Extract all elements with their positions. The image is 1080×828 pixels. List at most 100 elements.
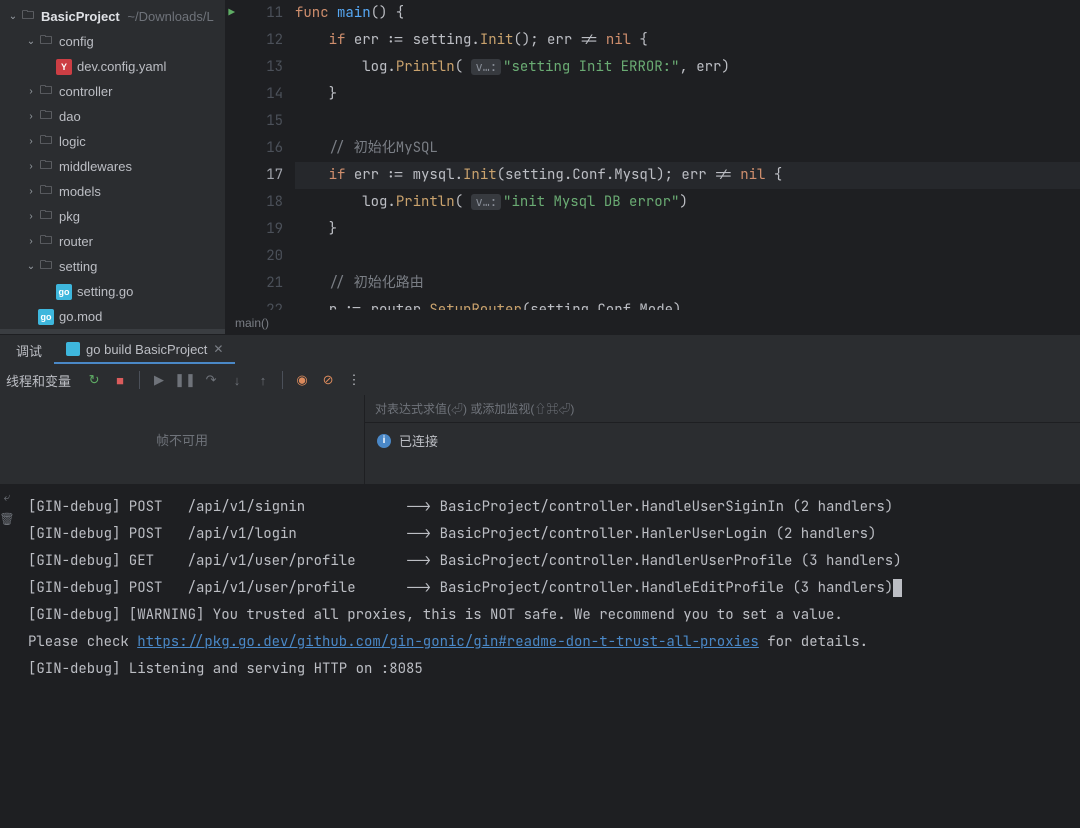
step-into-button[interactable]: ↓: [224, 367, 250, 393]
go-build-icon: [66, 342, 80, 356]
tab-debug[interactable]: 调试: [4, 336, 54, 365]
run-gutter-icon[interactable]: ▶: [228, 0, 235, 27]
code-line[interactable]: }: [295, 216, 1080, 243]
tree-item-logic[interactable]: ›🗀 logic: [0, 129, 225, 154]
code-line[interactable]: }: [295, 81, 1080, 108]
code-line[interactable]: func main() {: [295, 0, 1080, 27]
debug-panel: 调试 go build BasicProject ✕ 线程和变量 ↻ ■ ▶ ❚…: [0, 334, 1080, 484]
gutter-line[interactable]: 16: [225, 135, 283, 162]
gutter-line[interactable]: 18: [225, 189, 283, 216]
gutter-line[interactable]: 11▶: [225, 0, 283, 27]
tree-item-label: pkg: [59, 209, 80, 224]
folder-icon: 🗀: [38, 109, 54, 125]
chevron-down-icon[interactable]: ⌄: [24, 261, 38, 272]
tree-item-label: middlewares: [59, 159, 132, 174]
chevron-right-icon[interactable]: ›: [24, 86, 38, 97]
tree-item-setting[interactable]: ⌄🗀 setting: [0, 254, 225, 279]
gutter-line[interactable]: 12: [225, 27, 283, 54]
variables-panel: 对表达式求值(⏎) 或添加监视(⇧⌘⏎) i 已连接: [365, 395, 1080, 484]
tree-item-label: router: [59, 234, 93, 249]
console-line: [GIN-debug] POST /api/v1/login --> Basic…: [28, 521, 1080, 548]
tree-item-dev-config-yaml[interactable]: Ydev.config.yaml: [0, 54, 225, 79]
code-line[interactable]: // 初始化MySQL: [295, 135, 1080, 162]
tab-go-build-label: go build BasicProject: [86, 342, 207, 357]
tree-item-controller[interactable]: ›🗀controller: [0, 79, 225, 104]
chevron-right-icon[interactable]: ›: [24, 236, 38, 247]
folder-icon: 🗀: [38, 34, 54, 50]
chevron-right-icon[interactable]: ›: [24, 136, 38, 147]
stop-button[interactable]: ■: [107, 367, 133, 393]
gutter-line[interactable]: 20: [225, 243, 283, 270]
console-line: [GIN-debug] GET /api/v1/user/profile -->…: [28, 548, 1080, 575]
gutter-line[interactable]: 13: [225, 54, 283, 81]
code-editor[interactable]: 11▶121314151617181920212223242526 func m…: [225, 0, 1080, 334]
folder-icon: 🗀: [38, 209, 54, 225]
soft-wrap-button[interactable]: ⤶: [0, 488, 16, 506]
breadcrumb[interactable]: main(): [225, 310, 1080, 334]
gutter-line[interactable]: 21: [225, 270, 283, 297]
gutter-line[interactable]: 15: [225, 108, 283, 135]
go-icon: go: [56, 284, 72, 300]
pause-button[interactable]: ❚❚: [172, 367, 198, 393]
tree-item-label: models: [59, 184, 101, 199]
console-content: [GIN-debug] POST /api/v1/signin --> Basi…: [10, 494, 1080, 683]
clear-console-button[interactable]: 🗑: [0, 510, 16, 528]
code-line[interactable]: [295, 243, 1080, 270]
gutter-line[interactable]: 19: [225, 216, 283, 243]
step-over-button[interactable]: ↷: [198, 367, 224, 393]
code-line[interactable]: log.Println( v…:"init Mysql DB error"): [295, 189, 1080, 216]
tree-item-go-mod[interactable]: gogo.mod: [0, 304, 225, 329]
tree-item-pkg[interactable]: ›🗀 pkg: [0, 204, 225, 229]
tree-item-label: setting: [59, 259, 97, 274]
chevron-right-icon[interactable]: ›: [24, 186, 38, 197]
code-line[interactable]: if err := setting.Init(); err != nil {: [295, 27, 1080, 54]
gutter-line[interactable]: 14: [225, 81, 283, 108]
folder-icon: 🗀: [38, 84, 54, 100]
chevron-right-icon[interactable]: ›: [24, 161, 38, 172]
code-line[interactable]: log.Println( v…:"setting Init ERROR:", e…: [295, 54, 1080, 81]
code-line[interactable]: // 初始化路由: [295, 270, 1080, 297]
tab-go-build[interactable]: go build BasicProject ✕: [54, 337, 235, 364]
tree-item-middlewares[interactable]: ›🗀middlewares: [0, 154, 225, 179]
go-icon: go: [38, 309, 54, 325]
code-line[interactable]: [295, 108, 1080, 135]
debug-toolbar: 线程和变量 ↻ ■ ▶ ❚❚ ↷ ↓ ↑ ◉ ⊘ ⋮: [0, 365, 1080, 395]
tree-item-setting-go[interactable]: go setting.go: [0, 279, 225, 304]
tree-item-dao[interactable]: ›🗀dao: [0, 104, 225, 129]
folder-icon: 🗀: [38, 184, 54, 200]
chevron-down-icon[interactable]: ⌄: [6, 11, 20, 22]
tree-item-label: setting.go: [77, 284, 133, 299]
console-line: [GIN-debug] POST /api/v1/signin --> Basi…: [28, 494, 1080, 521]
tree-item-router[interactable]: ›🗀router: [0, 229, 225, 254]
tree-item-basicproject[interactable]: ⌄🗀BasicProject ~/Downloads/L: [0, 4, 225, 29]
chevron-right-icon[interactable]: ›: [24, 111, 38, 122]
view-breakpoints-button[interactable]: ◉: [289, 367, 315, 393]
tree-item-config[interactable]: ⌄🗀 config: [0, 29, 225, 54]
gutter-line[interactable]: 17: [225, 162, 283, 189]
close-icon[interactable]: ✕: [213, 342, 223, 356]
line-gutter: 11▶121314151617181920212223242526: [225, 0, 295, 310]
eval-expression-hint[interactable]: 对表达式求值(⏎) 或添加监视(⇧⌘⏎): [365, 395, 1080, 423]
folder-icon: 🗀: [38, 134, 54, 150]
rerun-button[interactable]: ↻: [81, 367, 107, 393]
folder-icon: 🗀: [38, 259, 54, 275]
chevron-down-icon[interactable]: ⌄: [24, 36, 38, 47]
tree-item-label: dev.config.yaml: [77, 59, 166, 74]
console-line: [GIN-debug] Listening and serving HTTP o…: [28, 656, 1080, 683]
tree-item-label: logic: [59, 134, 86, 149]
mute-breakpoints-button[interactable]: ⊘: [315, 367, 341, 393]
tree-item-models[interactable]: ›🗀 models: [0, 179, 225, 204]
code-area[interactable]: func main() { if err := setting.Init(); …: [295, 0, 1080, 310]
more-button[interactable]: ⋮: [341, 367, 367, 393]
code-line[interactable]: if err := mysql.Init(setting.Conf.Mysql)…: [295, 162, 1080, 189]
console-link[interactable]: https://pkg.go.dev/github.com/gin-gonic/…: [137, 633, 759, 651]
code-line[interactable]: r := router.SetupRouter(setting.Conf.Mod…: [295, 297, 1080, 310]
gutter-line[interactable]: 22: [225, 297, 283, 310]
console-output[interactable]: ⤶ 🗑 [GIN-debug] POST /api/v1/signin --> …: [0, 484, 1080, 828]
tree-item-label: config: [59, 34, 94, 49]
project-tree[interactable]: ⌄🗀BasicProject ~/Downloads/L⌄🗀configYdev…: [0, 0, 225, 334]
resume-button[interactable]: ▶: [146, 367, 172, 393]
chevron-right-icon[interactable]: ›: [24, 211, 38, 222]
tree-item-label: BasicProject ~/Downloads/L: [41, 9, 214, 24]
step-out-button[interactable]: ↑: [250, 367, 276, 393]
